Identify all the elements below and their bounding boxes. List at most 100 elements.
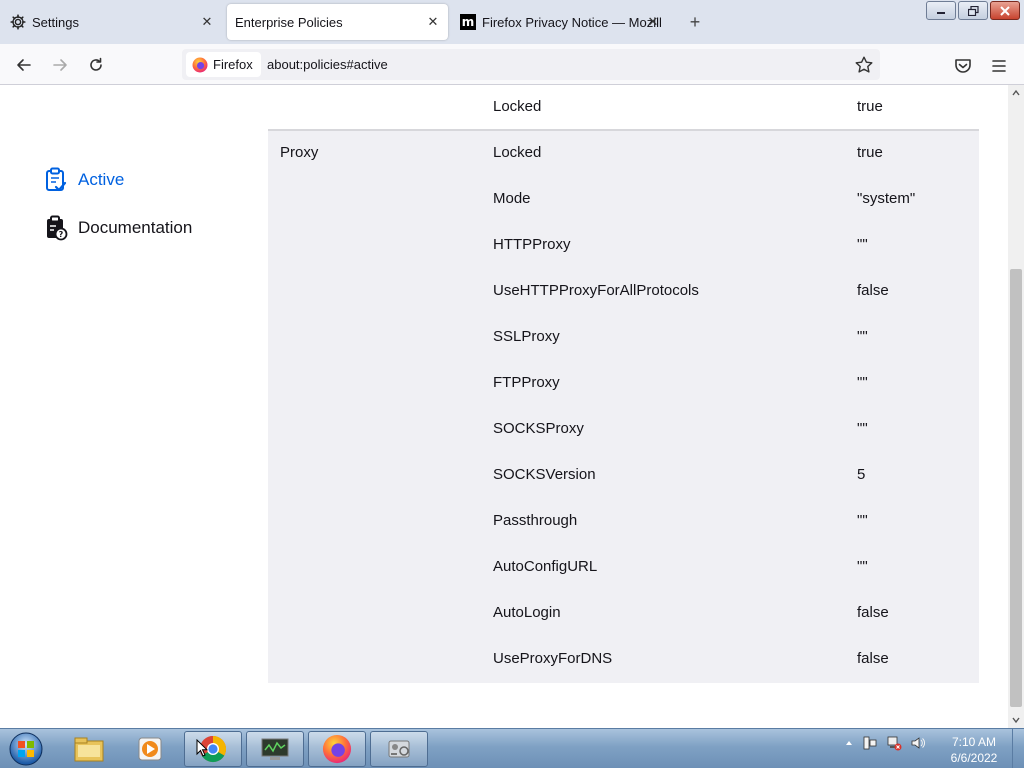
policy-value: "" — [857, 328, 868, 345]
firefox-icon — [322, 734, 352, 764]
taskbar: 7:10 AM 6/6/2022 — [0, 728, 1024, 768]
minimize-button[interactable] — [926, 1, 956, 20]
firefox-taskbar-button[interactable] — [308, 731, 366, 767]
sidebar: Active ? Documentation — [0, 85, 260, 728]
arrow-left-icon — [17, 59, 31, 71]
close-icon[interactable]: ✕ — [424, 13, 442, 31]
table-row: AutoLogin false — [268, 591, 979, 637]
identity-box[interactable]: Firefox — [186, 52, 261, 77]
clipboard-question-icon: ? — [47, 215, 68, 241]
mouse-cursor-icon — [196, 739, 208, 757]
media-player-taskbar-button[interactable] — [122, 731, 180, 767]
start-button[interactable] — [6, 731, 46, 767]
table-row: HTTPProxy "" — [268, 223, 979, 269]
system-tray — [844, 735, 926, 751]
window-controls — [926, 1, 1020, 20]
system-tools-taskbar-button[interactable] — [370, 731, 428, 767]
tab-title: Settings — [32, 14, 79, 30]
policy-name: AutoConfigURL — [493, 558, 598, 575]
close-icon[interactable]: ✕ — [644, 13, 662, 31]
table-row: SSLProxy "" — [268, 315, 979, 361]
tab-enterprise-policies[interactable]: Enterprise Policies ✕ — [227, 4, 448, 40]
policy-value: "" — [857, 374, 868, 391]
volume-icon[interactable] — [910, 735, 926, 751]
tab-title: Firefox Privacy Notice — Mozilla — [482, 14, 662, 30]
pocket-icon[interactable] — [952, 55, 974, 77]
arrow-right-icon — [53, 59, 67, 71]
policy-name: SOCKSVersion — [493, 466, 596, 483]
policy-name: SOCKSProxy — [493, 420, 584, 437]
policy-value: "" — [857, 558, 868, 575]
table-row: AutoConfigURL "" — [268, 545, 979, 591]
table-row: Locked true — [268, 85, 979, 131]
reload-icon — [90, 57, 102, 71]
minimize-icon — [937, 11, 945, 14]
vertical-scrollbar[interactable] — [1008, 85, 1024, 728]
table-row: Mode "system" — [268, 177, 979, 223]
policy-name: Locked — [493, 144, 542, 161]
show-desktop-button[interactable] — [1012, 729, 1024, 768]
policy-name: UseHTTPProxyForAllProtocols — [493, 282, 699, 299]
table-row: Passthrough "" — [268, 499, 979, 545]
restore-button[interactable] — [958, 1, 988, 20]
scroll-down-icon[interactable] — [1012, 716, 1020, 724]
file-explorer-taskbar-button[interactable] — [60, 731, 118, 767]
new-tab-button[interactable]: + — [684, 11, 706, 33]
page-content: Active ? Documentation Locked true Proxy… — [0, 85, 1008, 728]
policy-name: HTTPProxy — [493, 236, 571, 253]
tab-strip: Settings ✕ Enterprise Policies ✕ m Firef… — [0, 0, 1024, 44]
network-disconnected-icon[interactable] — [886, 735, 902, 751]
hamburger-menu-icon[interactable] — [988, 55, 1010, 77]
firefox-logo-icon — [192, 57, 208, 72]
proxy-policy-group: Proxy Locked true Mode "system" HTTPProxy "" Us… — [268, 131, 979, 683]
table-row: UseProxyForDNS false — [268, 637, 979, 683]
tab-title: Enterprise Policies — [235, 14, 343, 30]
star-icon[interactable] — [854, 55, 874, 75]
media-player-icon — [138, 737, 162, 761]
system-monitor-taskbar-button[interactable] — [246, 731, 304, 767]
policy-name: SSLProxy — [493, 328, 560, 345]
navigation-toolbar: Firefox about:policies#active — [0, 44, 1024, 85]
sidebar-item-documentation[interactable]: ? Documentation — [44, 215, 192, 241]
forward-button[interactable] — [48, 53, 72, 77]
action-center-flag-icon[interactable] — [862, 735, 878, 751]
reload-button[interactable] — [84, 53, 108, 77]
tab-privacy-notice[interactable]: m Firefox Privacy Notice — Mozilla ✕ — [452, 4, 670, 40]
chrome-taskbar-button[interactable] — [184, 731, 242, 767]
close-window-button[interactable] — [990, 1, 1020, 20]
clock-date: 6/6/2022 — [950, 751, 998, 765]
identity-label: Firefox — [213, 57, 253, 72]
url-bar[interactable]: Firefox about:policies#active — [182, 49, 880, 80]
sidebar-item-active[interactable]: Active — [44, 167, 124, 193]
mozilla-m-icon: m — [460, 14, 476, 30]
policy-value: "" — [857, 512, 868, 529]
scrollbar-thumb[interactable] — [1010, 269, 1022, 707]
scroll-up-icon[interactable] — [1012, 89, 1020, 97]
policy-name: FTPProxy — [493, 374, 560, 391]
policy-group-name: Proxy — [280, 144, 319, 161]
policy-value: "" — [857, 420, 868, 437]
restore-icon — [967, 5, 979, 16]
url-text[interactable]: about:policies#active — [267, 57, 388, 72]
policy-name: AutoLogin — [493, 604, 561, 621]
policy-name: UseProxyForDNS — [493, 650, 613, 667]
policy-value: true — [857, 144, 883, 161]
policy-value: "system" — [857, 190, 916, 207]
table-row: Proxy Locked true — [268, 131, 979, 177]
system-tools-icon — [388, 740, 410, 758]
close-icon[interactable]: ✕ — [198, 13, 216, 31]
back-button[interactable] — [12, 53, 36, 77]
policy-value: "" — [857, 236, 868, 253]
clipboard-check-icon — [46, 167, 67, 192]
taskbar-clock[interactable]: 7:10 AM 6/6/2022 — [946, 734, 1002, 766]
clock-time: 7:10 AM — [951, 735, 997, 749]
show-hidden-icons-icon[interactable] — [844, 738, 854, 748]
policy-value: false — [857, 650, 889, 667]
table-row: UseHTTPProxyForAllProtocols false — [268, 269, 979, 315]
policy-value: 5 — [857, 466, 866, 483]
policy-value: false — [857, 604, 889, 621]
system-monitor-icon — [261, 738, 289, 760]
tab-settings[interactable]: Settings ✕ — [0, 4, 222, 40]
gear-icon — [10, 14, 26, 30]
policy-name: Locked — [493, 98, 542, 115]
